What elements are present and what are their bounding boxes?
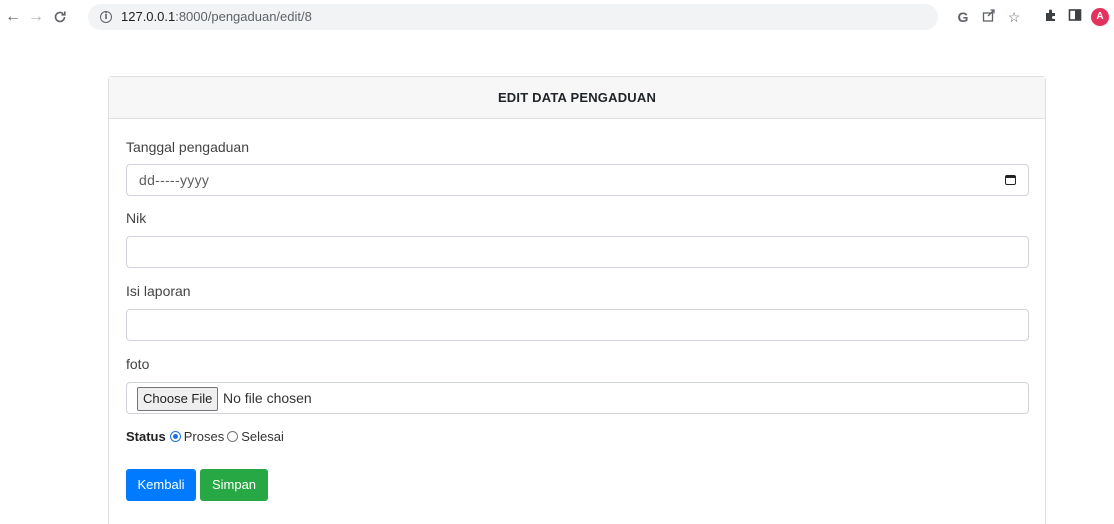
date-placeholder: dd-----yyyy	[139, 172, 210, 188]
kembali-button[interactable]: Kembali	[126, 469, 196, 501]
url-text[interactable]: 127.0.0.1:8000/pengaduan/edit/8	[121, 9, 312, 24]
reload-icon[interactable]	[50, 5, 70, 29]
extensions-icon[interactable]	[1042, 8, 1060, 26]
radio-selesai[interactable]	[227, 431, 239, 442]
nik-label: Nik	[126, 210, 147, 226]
radio-proses[interactable]	[169, 431, 181, 442]
nik-input[interactable]	[126, 236, 1029, 268]
tanggal-label: Tanggal pengaduan	[126, 139, 250, 155]
url-host: 127.0.0.1	[121, 9, 176, 24]
tanggal-date-input[interactable]: dd-----yyyy	[126, 164, 1029, 196]
forward-arrow-icon[interactable]: →	[26, 5, 46, 29]
foto-label: foto	[126, 356, 150, 372]
back-arrow-icon[interactable]: ←	[3, 5, 23, 29]
card-title: EDIT DATA PENGADUAN	[109, 77, 1045, 119]
choose-file-button[interactable]: Choose File	[137, 387, 219, 411]
bookmark-star-icon[interactable]: ☆	[1005, 8, 1023, 26]
foto-file-input[interactable]: Choose File No file chosen	[126, 382, 1029, 414]
side-panel-icon[interactable]	[1066, 8, 1084, 26]
google-icon[interactable]: G	[954, 8, 972, 26]
browser-toolbar: ← → i 127.0.0.1:8000/pengaduan/edit/8 G …	[0, 0, 1114, 34]
radio-selesai-label[interactable]: Selesai	[241, 429, 284, 444]
info-icon[interactable]: i	[100, 11, 112, 23]
address-bar[interactable]: i 127.0.0.1:8000/pengaduan/edit/8	[88, 4, 938, 30]
file-status-text: No file chosen	[223, 390, 312, 406]
edit-form-card: EDIT DATA PENGADUAN Tanggal pengaduan dd…	[108, 76, 1046, 524]
isi-laporan-input[interactable]	[126, 309, 1029, 341]
profile-avatar[interactable]: A	[1091, 8, 1109, 26]
status-group: Status Proses Selesai	[126, 429, 287, 444]
url-path: :8000/pengaduan/edit/8	[175, 9, 312, 24]
simpan-button[interactable]: Simpan	[200, 469, 268, 501]
status-label: Status	[126, 429, 166, 444]
radio-proses-label[interactable]: Proses	[184, 429, 224, 444]
calendar-icon[interactable]	[1005, 175, 1016, 185]
isi-laporan-label: Isi laporan	[126, 283, 191, 299]
share-icon[interactable]	[980, 8, 998, 26]
